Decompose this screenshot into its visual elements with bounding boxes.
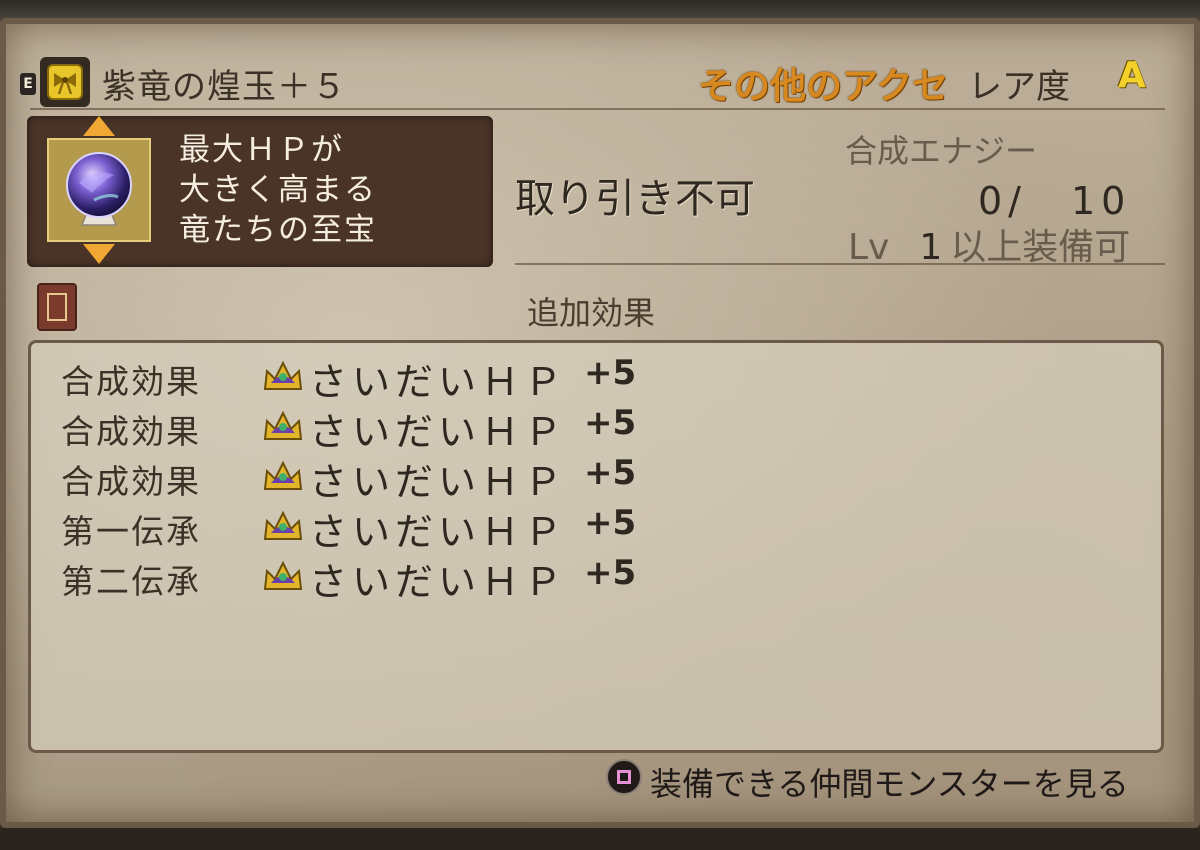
info-divider (515, 263, 1165, 265)
description-line-1: 最大ＨＰが (179, 132, 344, 168)
energy-label: 合成エナジー (845, 132, 1038, 170)
effect-name: さいだいＨＰ (309, 410, 568, 454)
crown-icon (263, 360, 303, 390)
description-line-2: 大きく高まる (179, 172, 377, 208)
arrow-down-icon[interactable] (83, 244, 115, 264)
effect-value: +5 (584, 553, 637, 593)
extra-effects-label: 追加効果 (527, 294, 656, 332)
square-button-icon[interactable] (606, 759, 642, 795)
effect-row: 合成効果 さいだいＨＰ +5 (59, 401, 659, 454)
effect-name: さいだいＨＰ (309, 460, 568, 504)
description-box: 最大ＨＰが 大きく高まる 竜たちの至宝 (27, 116, 493, 267)
effect-value: +5 (584, 403, 637, 443)
crown-icon (263, 560, 303, 590)
level-value: 1 (919, 227, 943, 268)
effect-value: +5 (584, 353, 637, 393)
book-icon[interactable] (37, 283, 77, 331)
item-portrait (47, 138, 151, 242)
level-suffix: 以上装備可 (950, 227, 1131, 268)
crown-icon (263, 410, 303, 440)
header-divider (30, 108, 1165, 110)
item-description: 最大ＨＰが 大きく高まる 竜たちの至宝 (179, 130, 377, 250)
extra-effects-panel: 合成効果 さいだいＨＰ +5 合成効果 さいだいＨＰ +5 合成効果 さいだいＨ… (28, 340, 1164, 753)
effect-row: 第一伝承 さいだいＨＰ +5 (59, 501, 659, 554)
rarity-label: レア度 (968, 67, 1070, 107)
ribbon-accessory-icon (40, 57, 90, 107)
item-category: その他のアクセ (698, 66, 949, 107)
effect-type: 合成効果 (61, 412, 201, 451)
effect-type: 第二伝承 (61, 562, 201, 601)
effect-name: さいだいＨＰ (309, 510, 568, 554)
equipped-mark: E (20, 73, 36, 95)
effect-value: +5 (584, 453, 637, 493)
footer-hint: 装備できる仲間モンスターを見る (650, 765, 1129, 803)
arrow-up-icon[interactable] (83, 116, 115, 136)
effect-type: 第一伝承 (61, 512, 201, 551)
rarity-value: A (1118, 55, 1146, 96)
level-prefix: Lv (848, 227, 890, 268)
bottom-background (0, 828, 1200, 850)
item-name: 紫竜の煌玉＋５ (102, 67, 347, 107)
effect-name: さいだいＨＰ (309, 360, 568, 404)
effect-row: 第二伝承 さいだいＨＰ +5 (59, 551, 659, 604)
effect-value: +5 (584, 503, 637, 543)
orb-icon (66, 152, 132, 226)
crown-icon (263, 460, 303, 490)
effect-row: 合成効果 さいだいＨＰ +5 (59, 351, 659, 404)
crown-icon (263, 510, 303, 540)
effect-row: 合成効果 さいだいＨＰ +5 (59, 451, 659, 504)
trade-status: 取り引き不可 (515, 176, 755, 222)
effect-type: 合成効果 (61, 462, 201, 501)
energy-value: 0/ 10 (978, 179, 1132, 223)
description-line-3: 竜たちの至宝 (179, 212, 377, 248)
view-companion-monsters-button[interactable]: 装備できる仲間モンスターを見る (606, 757, 1166, 803)
item-header: E 紫竜の煌玉＋５ その他のアクセ レア度 A (20, 55, 1165, 107)
effect-name: さいだいＨＰ (309, 560, 568, 604)
effect-type: 合成効果 (61, 362, 201, 401)
